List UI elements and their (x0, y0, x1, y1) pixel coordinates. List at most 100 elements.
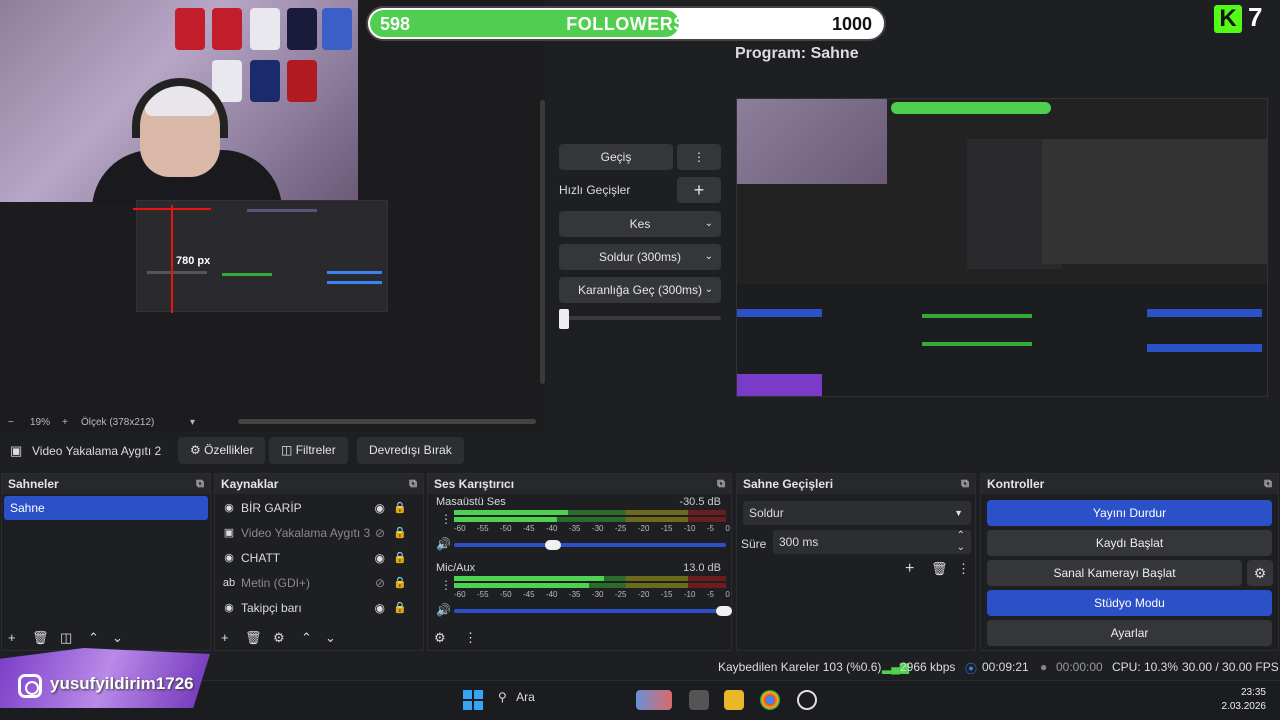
remove-source-icon[interactable]: 🗑 (245, 630, 262, 646)
volume-slider[interactable] (454, 540, 726, 550)
volume-slider-handle[interactable] (544, 540, 561, 550)
sources-dock: Kaynaklar ⧉ ◉ BİR GARİP ◉ 🔒 ▣ Video Yakalama A… (214, 473, 424, 651)
windows-start-icon[interactable] (463, 690, 483, 710)
transition-button[interactable]: Geçiş (559, 144, 673, 170)
advanced-audio-icon[interactable]: ⚙ (434, 630, 446, 646)
taskbar-search[interactable]: ⚲ Ara (498, 690, 588, 710)
obs-icon[interactable] (797, 690, 817, 710)
scene-item[interactable]: Sahne (4, 496, 208, 520)
preview-canvas[interactable]: 780 px (0, 0, 545, 415)
chrome-icon[interactable] (760, 690, 780, 710)
quick-transition-black-label: Karanlığa Geç (300ms) (577, 283, 703, 297)
scenes-title-text: Sahneler (8, 477, 59, 491)
eye-slash-icon[interactable]: ⊘ (375, 521, 385, 546)
settings-button[interactable]: Ayarlar (987, 620, 1272, 646)
preview-horizontal-scrollbar[interactable] (238, 419, 536, 424)
eye-slash-icon[interactable]: ⊘ (375, 571, 385, 596)
channel-menu-icon[interactable]: ⋮ (440, 578, 452, 592)
transition-slider[interactable] (559, 316, 721, 320)
scenes-dock-title: Sahneler ⧉ (2, 474, 210, 494)
speaker-icon[interactable]: 🔊 (436, 537, 451, 551)
eye-icon[interactable]: ◉ (375, 546, 385, 571)
move-down-icon[interactable]: ⌄ (325, 630, 336, 646)
add-quick-transition-button[interactable]: + (677, 177, 721, 203)
volume-slider-handle[interactable] (716, 606, 732, 616)
scene-filters-icon[interactable]: ◫ (60, 630, 72, 646)
meter-tick-label: -45 (522, 590, 535, 599)
virtual-camera-settings-icon[interactable]: ⚙ (1247, 560, 1273, 586)
remove-transition-icon[interactable]: 🗑 (931, 561, 948, 577)
filters-label: Filtreler (295, 443, 336, 457)
zoom-out-button[interactable]: − (8, 417, 14, 428)
source-item[interactable]: ab Metin (GDI+) ⊘ 🔒 (215, 571, 423, 596)
start-recording-button[interactable]: Kaydı Başlat (987, 530, 1272, 556)
mixer-menu-icon[interactable]: ⋮ (464, 630, 477, 646)
source-properties-icon[interactable]: ⚙ (273, 630, 285, 646)
controls-dock-title: Kontroller ⧉ (981, 474, 1278, 494)
lock-icon[interactable]: 🔒 (393, 571, 407, 596)
transition-menu-icon[interactable]: ⋮ (957, 561, 970, 577)
source-item-label: Metin (GDI+) (241, 576, 311, 590)
eye-icon[interactable]: ◉ (375, 496, 385, 521)
widget-icon[interactable] (636, 690, 672, 710)
studio-mode-button[interactable]: Stüdyo Modu (987, 590, 1272, 616)
move-up-icon[interactable]: ⌃ (88, 630, 99, 646)
start-virtual-camera-button[interactable]: Sanal Kamerayı Başlat (987, 560, 1242, 586)
preview-vertical-scrollbar[interactable] (540, 100, 545, 384)
lock-icon[interactable]: 🔒 (393, 596, 407, 621)
transition-menu-icon[interactable]: ⋮ (677, 144, 721, 170)
stop-stream-button[interactable]: Yayını Durdur (987, 500, 1272, 526)
lock-icon[interactable]: 🔒 (393, 546, 407, 571)
deactivate-button[interactable]: Devredışı Bırak (357, 437, 464, 464)
source-item[interactable]: ◉ CHATT ◉ 🔒 (215, 546, 423, 571)
webcam-feed (0, 0, 358, 202)
lock-icon[interactable]: 🔒 (393, 496, 407, 521)
source-item[interactable]: ◉ Takipçi barı ◉ 🔒 (215, 596, 423, 621)
filters-button[interactable]: ◫ Filtreler (269, 437, 348, 464)
float-dock-icon[interactable]: ⧉ (1264, 474, 1272, 494)
transition-slider-handle[interactable] (559, 309, 569, 329)
float-dock-icon[interactable]: ⧉ (409, 474, 417, 494)
meter-tick-label: -50 (499, 524, 512, 533)
camera-icon: ▣ (10, 443, 23, 458)
channel-menu-icon[interactable]: ⋮ (440, 512, 452, 526)
add-transition-icon[interactable]: + (905, 560, 914, 578)
record-icon: ● (1040, 660, 1048, 674)
quick-transition-fade[interactable]: Soldur (300ms) ⌄ (559, 244, 721, 270)
meter-tick-label: -15 (660, 590, 673, 599)
quick-transition-cut[interactable]: Kes ⌄ (559, 211, 721, 237)
transition-select[interactable]: Soldur ▼ (743, 501, 971, 525)
eye-icon[interactable]: ◉ (375, 596, 385, 621)
speaker-icon[interactable]: 🔊 (436, 603, 451, 617)
zoom-percent: 19% (30, 417, 51, 428)
lock-icon[interactable]: 🔒 (393, 521, 407, 546)
volume-slider[interactable] (454, 606, 732, 616)
clock-time: 23:35 (1240, 687, 1266, 698)
move-up-icon[interactable]: ⌃ (301, 630, 312, 646)
level-meter (454, 510, 726, 515)
level-meter (454, 517, 726, 522)
zoom-in-button[interactable]: + (62, 417, 68, 428)
float-dock-icon[interactable]: ⧉ (717, 474, 725, 494)
source-item[interactable]: ◉ BİR GARİP ◉ 🔒 (215, 496, 423, 521)
source-list: ◉ BİR GARİP ◉ 🔒 ▣ Video Yakalama Aygıtı 3 ⊘ 🔒 ◉ C… (215, 494, 423, 621)
add-source-icon[interactable]: + (221, 630, 229, 645)
scale-dropdown-icon[interactable]: ▾ (190, 417, 195, 428)
properties-button[interactable]: ⚙ Özellikler (178, 437, 266, 464)
task-view-icon[interactable] (689, 690, 709, 710)
file-explorer-icon[interactable] (724, 690, 744, 710)
remove-scene-icon[interactable]: 🗑 (32, 630, 49, 646)
meter-tick-label: -35 (568, 524, 581, 533)
meter-tick-label: -50 (499, 590, 512, 599)
float-dock-icon[interactable]: ⧉ (196, 474, 204, 494)
move-down-icon[interactable]: ⌄ (112, 630, 123, 646)
source-item[interactable]: ▣ Video Yakalama Aygıtı 3 ⊘ 🔒 (215, 521, 423, 546)
add-scene-icon[interactable]: + (8, 630, 16, 645)
duration-spinbox[interactable]: 300 ms ⌃ ⌄ (773, 530, 971, 554)
level-meter (454, 576, 726, 581)
spin-down-icon[interactable]: ⌄ (957, 536, 965, 560)
mixer-dock-title: Ses Karıştırıcı ⧉ (428, 474, 731, 494)
quick-transition-fade-to-black[interactable]: Karanlığa Geç (300ms) ⌄ (559, 277, 721, 303)
channel-name: Mic/Aux (436, 562, 476, 574)
float-dock-icon[interactable]: ⧉ (961, 474, 969, 494)
